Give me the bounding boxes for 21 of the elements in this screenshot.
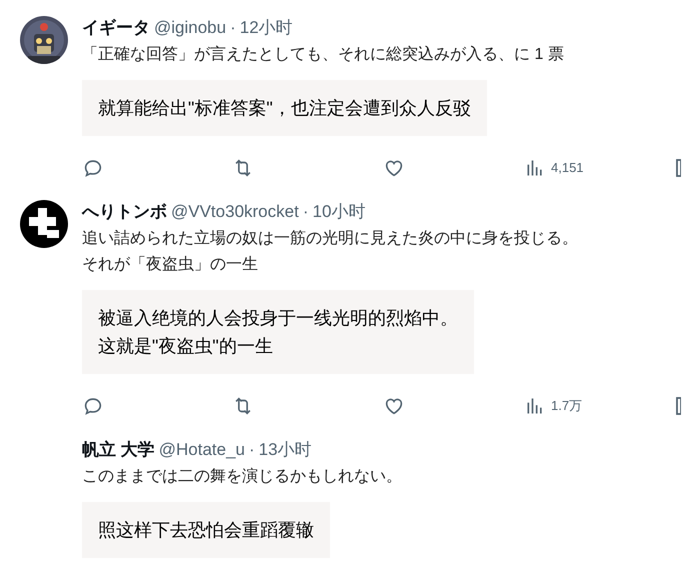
post-time[interactable]: 13小时: [258, 438, 312, 462]
views-button[interactable]: 4,151: [525, 158, 675, 178]
views-button[interactable]: 1.7万: [525, 396, 675, 416]
user-name[interactable]: へりトンボ: [82, 200, 167, 224]
user-name[interactable]: イギータ: [82, 16, 150, 40]
separator-dot: ·: [249, 439, 255, 461]
user-handle[interactable]: @Hotate_u: [158, 438, 245, 462]
post-text: 「正確な回答」が言えたとしても、それに総突込みが入る、に 1 票: [82, 44, 565, 65]
post-time[interactable]: 12小时: [240, 16, 293, 40]
user-handle[interactable]: @iginobu: [154, 16, 226, 40]
separator-dot: ·: [302, 201, 308, 223]
separator-dot: ·: [230, 17, 236, 39]
user-name[interactable]: 帆立 大学: [82, 438, 155, 462]
user-handle[interactable]: @VVto30krocket: [171, 200, 299, 224]
post-text: このままでは二の舞を演じるかもしれない。: [82, 466, 403, 487]
translation-text: 照这样下去恐怕会重蹈覆辙: [82, 502, 330, 558]
post-time[interactable]: 10小时: [312, 200, 366, 224]
translation-text: 被逼入绝境的人会投身于一线光明的烈焰中。 这就是"夜盗虫"的一生: [82, 290, 474, 374]
translation-text: 就算能给出"标准答案"，也注定会遭到众人反驳: [82, 80, 487, 136]
post-text: 追い詰められた立場の奴は一筋の光明に見えた炎の中に身を投じる。 それが「夜盗虫」の一生: [82, 228, 579, 275]
logo-icon[interactable]: [20, 200, 68, 248]
